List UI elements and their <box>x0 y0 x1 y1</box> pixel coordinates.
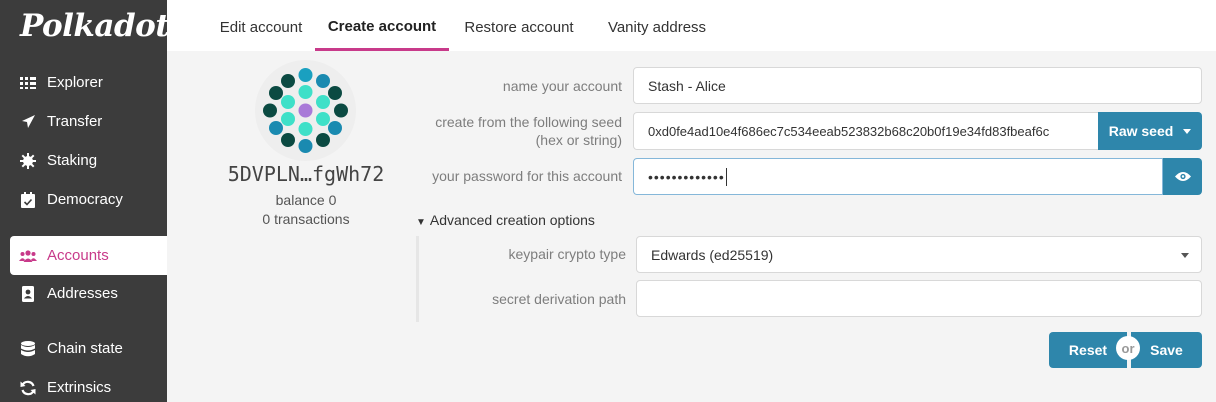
caret-down-icon: ▼ <box>416 217 426 228</box>
sidebar: Polkadot. Explorer Transfer Staking Demo… <box>0 0 180 402</box>
seed-label-line1: create from the following seed <box>435 114 622 130</box>
tab-create-account[interactable]: Create account <box>315 0 449 51</box>
sidebar-item-explorer[interactable]: Explorer <box>10 63 167 102</box>
tab-bar: Edit account Create account Restore acco… <box>167 0 1216 51</box>
tab-vanity-address[interactable]: Vanity address <box>605 0 709 51</box>
account-name-input[interactable]: Stash - Alice <box>633 67 1202 104</box>
caret-down-icon <box>1183 128 1192 134</box>
name-label: name your account <box>502 78 622 94</box>
sidebar-item-label: Chain state <box>47 340 123 357</box>
sidebar-item-label: Extrinsics <box>47 379 112 396</box>
sync-icon <box>19 379 37 397</box>
advanced-options-toggle[interactable]: ▼ Advanced creation options <box>416 212 595 228</box>
calendar-icon <box>19 191 37 209</box>
seed-label: create from the following seed (hex or s… <box>400 113 622 149</box>
account-address: 5DVPLN…fgWh72 <box>227 162 385 186</box>
crypto-type-label: keypair crypto type <box>508 246 627 262</box>
tab-edit-account[interactable]: Edit account <box>201 0 321 51</box>
seed-input[interactable]: 0xd0fe4ad10e4f686ec7c534eeab523832b68c20… <box>633 112 1099 150</box>
advanced-options-label: Advanced creation options <box>429 212 595 228</box>
sidebar-item-chain-state[interactable]: Chain state <box>10 329 167 368</box>
password-value: ••••••••••••• <box>648 168 725 185</box>
sidebar-item-label: Accounts <box>47 247 109 264</box>
sidebar-item-label: Staking <box>47 152 98 169</box>
account-transactions: 0 transactions <box>262 211 350 227</box>
send-icon <box>19 113 37 131</box>
sidebar-item-extrinsics[interactable]: Extrinsics <box>10 368 167 402</box>
explorer-icon <box>19 74 37 92</box>
sidebar-item-addresses[interactable]: Addresses <box>10 274 167 313</box>
advanced-options-rule <box>416 236 419 322</box>
staking-icon <box>19 152 37 170</box>
seed-label-line2: (hex or string) <box>535 132 622 148</box>
sidebar-item-democracy[interactable]: Democracy <box>10 180 167 219</box>
sidebar-item-label: Transfer <box>47 113 103 130</box>
derivation-path-label: secret derivation path <box>492 291 626 307</box>
raw-seed-label: Raw seed <box>1108 123 1174 139</box>
address-book-icon <box>19 285 37 303</box>
polkadot-logo[interactable]: Polkadot. <box>20 8 180 44</box>
tab-restore-account[interactable]: Restore account <box>461 0 577 51</box>
keypair-crypto-select[interactable]: Edwards (ed25519) <box>636 236 1202 273</box>
show-password-button[interactable] <box>1163 158 1202 195</box>
sidebar-item-accounts[interactable]: Accounts <box>10 236 167 275</box>
save-button[interactable]: Save <box>1131 332 1202 368</box>
sidebar-item-label: Explorer <box>47 74 103 91</box>
sidebar-item-transfer[interactable]: Transfer <box>10 102 167 141</box>
password-label: your password for this account <box>432 168 622 184</box>
eye-icon <box>1174 169 1191 185</box>
derivation-path-input[interactable] <box>636 280 1202 317</box>
users-icon <box>19 247 37 265</box>
account-identicon[interactable] <box>255 60 356 161</box>
sidebar-item-label: Democracy <box>47 191 123 208</box>
text-cursor <box>725 167 727 186</box>
or-separator: or <box>1116 336 1140 360</box>
password-input[interactable]: ••••••••••••• <box>633 158 1163 195</box>
account-balance: balance 0 <box>275 192 337 208</box>
sidebar-item-label: Addresses <box>47 285 118 302</box>
raw-seed-dropdown-button[interactable]: Raw seed <box>1098 112 1202 150</box>
sidebar-item-staking[interactable]: Staking <box>10 141 167 180</box>
database-icon <box>19 340 37 358</box>
keypair-crypto-value: Edwards (ed25519) <box>651 246 774 263</box>
caret-down-icon <box>1181 252 1189 258</box>
